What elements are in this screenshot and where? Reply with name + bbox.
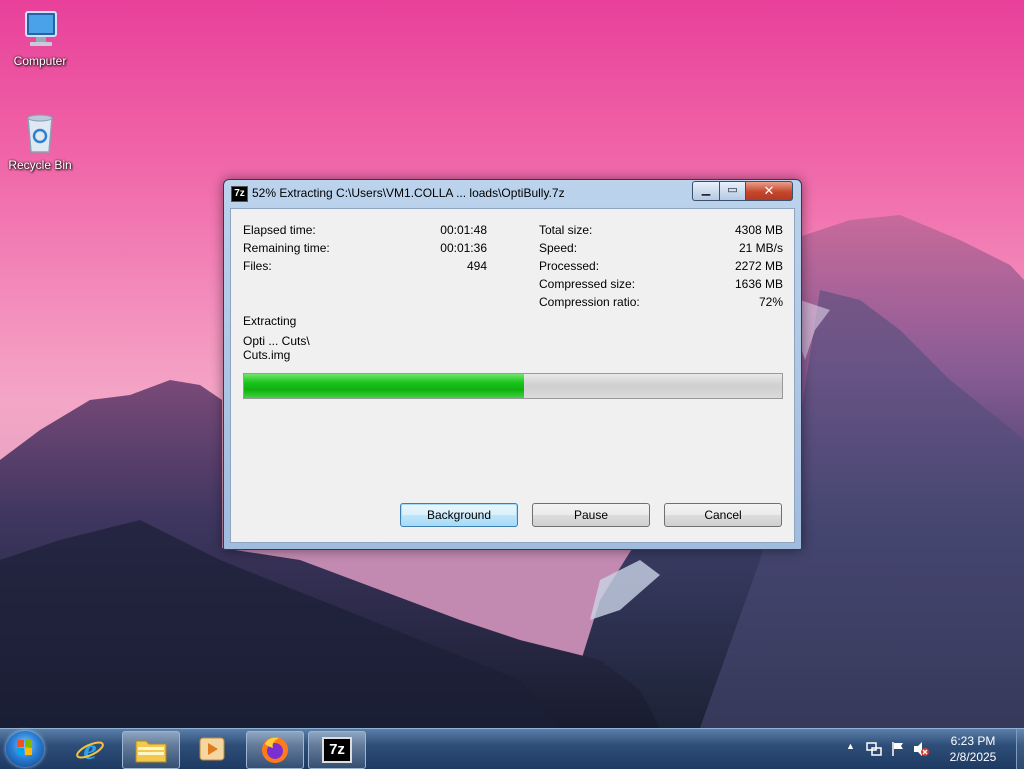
7zip-icon: 7z — [231, 186, 248, 202]
pause-button[interactable]: Pause — [532, 503, 650, 527]
show-desktop-button[interactable] — [1016, 729, 1024, 769]
desktop-icon-computer[interactable]: Computer — [2, 8, 78, 68]
progress-bar — [243, 373, 783, 399]
compressed-size-value: 1636 MB — [734, 277, 783, 291]
processed-value: 2272 MB — [734, 259, 783, 273]
action-center-flag-icon[interactable] — [890, 740, 906, 758]
speed-label: Speed: — [539, 241, 578, 255]
taskbar-7zip[interactable]: 7z — [308, 731, 366, 769]
compression-ratio-value: 72% — [758, 295, 783, 309]
remaining-time-value: 00:01:36 — [440, 241, 487, 255]
start-button[interactable] — [6, 731, 44, 767]
media-player-icon — [199, 737, 225, 761]
clock[interactable]: 6:23 PM 2/8/2025 — [930, 733, 1016, 765]
files-value: 494 — [466, 259, 487, 273]
maximize-button[interactable]: ▭ — [719, 181, 746, 201]
taskbar-file-explorer[interactable] — [122, 731, 180, 769]
taskbar-media-player[interactable] — [184, 731, 240, 767]
elapsed-time-value: 00:01:48 — [440, 223, 487, 237]
total-size-value: 4308 MB — [734, 223, 783, 237]
dialog-body: Elapsed time: 00:01:48 Remaining time: 0… — [230, 208, 795, 543]
compression-ratio-label: Compression ratio: — [539, 295, 640, 309]
computer-icon — [25, 11, 57, 46]
title-bar[interactable]: 7z 52% Extracting C:\Users\VM1.COLLA ...… — [224, 180, 801, 207]
files-label: Files: — [243, 259, 272, 273]
taskbar: e 7z ▲ 6:23 PM 2/8/2025 — [0, 728, 1024, 769]
elapsed-time-label: Elapsed time: — [243, 223, 316, 237]
volume-muted-icon[interactable] — [912, 740, 930, 758]
total-size-label: Total size: — [539, 223, 593, 237]
compressed-size-label: Compressed size: — [539, 277, 636, 291]
firefox-icon — [262, 737, 288, 763]
desktop-icon-recycle-bin[interactable]: Recycle Bin — [2, 110, 78, 172]
window-title: 52% Extracting C:\Users\VM1.COLLA ... lo… — [252, 186, 565, 200]
desktop-icon-label: Recycle Bin — [8, 158, 72, 172]
close-button[interactable]: ✕ — [745, 181, 793, 201]
windows-logo-icon — [17, 740, 32, 755]
show-hidden-icons-icon[interactable]: ▲ — [846, 741, 855, 751]
7zip-icon: 7z — [322, 737, 352, 763]
taskbar-firefox[interactable] — [246, 731, 304, 769]
cancel-button[interactable]: Cancel — [664, 503, 782, 527]
speed-value: 21 MB/s — [738, 241, 783, 255]
clock-time: 6:23 PM — [950, 734, 996, 748]
progress-fill — [244, 374, 524, 398]
current-path: Opti ... Cuts\ — [243, 334, 310, 348]
recycle-bin-icon — [27, 114, 53, 153]
file-explorer-icon — [135, 740, 167, 763]
extraction-progress-window: 7z 52% Extracting C:\Users\VM1.COLLA ...… — [223, 179, 802, 550]
svg-text:e: e — [83, 733, 96, 765]
minimize-button[interactable]: ▁ — [692, 181, 720, 201]
taskbar-internet-explorer[interactable]: e — [62, 731, 118, 767]
desktop-icon-label: Computer — [13, 54, 67, 68]
processed-label: Processed: — [539, 259, 600, 273]
operation-label: Extracting — [243, 314, 297, 328]
background-button[interactable]: Background — [400, 503, 518, 527]
clock-date: 2/8/2025 — [949, 750, 997, 764]
internet-explorer-icon: e — [76, 733, 104, 765]
remaining-time-label: Remaining time: — [243, 241, 330, 255]
current-file: Cuts.img — [243, 348, 291, 362]
network-icon[interactable] — [866, 741, 882, 757]
system-tray: ▲ — [842, 729, 929, 769]
